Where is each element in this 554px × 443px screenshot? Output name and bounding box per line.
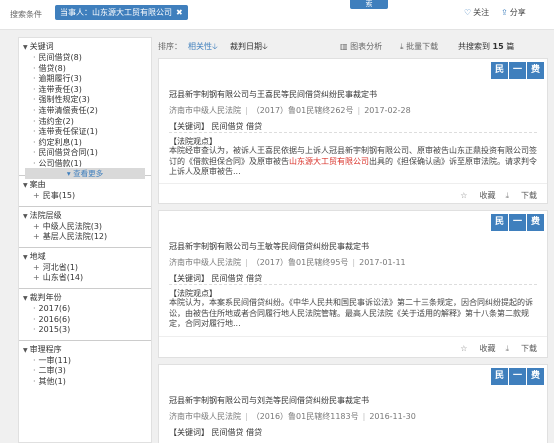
court-opinion-text: 本院经审查认为，被诉人王喜民依据与上诉人冠县新宇制钢有限公司、原审被告山东正鼎投… [169,146,537,176]
filter-item[interactable]: · 连带责任(3) [33,85,151,96]
case-keywords: 【关键词】 民间借贷 借贷 [169,274,263,283]
search-condition-label: 搜索条件 [10,10,42,19]
filter-item[interactable]: · 其他(1) [33,377,151,388]
filter-item[interactable]: · 借贷(8) [33,64,151,75]
badge-fee[interactable]: 费 [527,62,544,79]
download-icon: ⤓ [505,344,509,353]
filter-item[interactable]: + 基层人民法院(12) [33,232,151,243]
court-opinion-text: 本院认为，本案系民间借贷纠纷。《中华人民共和国民事诉讼法》第二十三条规定，因合同… [169,298,533,328]
badge-civil[interactable]: 民 [491,62,508,79]
follow-label: 关注 [473,8,490,17]
arrow-down-icon: 🡣 [262,42,268,51]
case-title-link[interactable]: 冠县新宇制钢有限公司与刘尧等民间借贷纠纷民事裁定书 [169,395,369,406]
case-meta: 济南市中级人民法院 | （2017）鲁01民辖终262号 | 2017-02-28 [169,106,411,115]
case-keywords: 【关键词】 民间借贷 借贷 [169,122,263,131]
download-icon: ⤓ [505,191,509,200]
caret-down-icon: ▼ [23,253,28,261]
download-button[interactable]: ⤓ 下载 [505,191,537,200]
close-icon[interactable]: ✖ [176,8,183,17]
share-icon: ⇪ [501,8,508,17]
caret-down-icon: ▼ [23,182,28,189]
case-keywords: 【关键词】 民间借贷 借贷 [169,428,263,437]
filter-item[interactable]: · 民间借贷合同(1) [33,148,151,159]
filter-section-region: ▼ 地域 + 河北省(1) + 山东省(14) [19,248,151,289]
arrow-down-icon: 🡣 [212,42,218,51]
chart-icon: ▥ [340,42,348,51]
caret-down-icon: ▼ [23,212,28,220]
filter-item[interactable]: · 强制性规定(3) [33,95,151,106]
batch-download-button[interactable]: ⤓ 批量下载 [400,41,438,52]
case-title-link[interactable]: 冠县新宇制钢有限公司与王喜民等民间借贷纠纷民事裁定书 [169,89,377,100]
filter-item[interactable]: + 山东省(14) [33,273,151,284]
star-icon: ☆ [460,191,468,200]
result-card: 民一费 冠县新宇制钢有限公司与王喜民等民间借贷纠纷民事裁定书 济南市中级人民法院… [158,58,548,204]
filter-section-procedure: ▼ 审理程序 · 一审(11) · 二审(3) · 其他(1) [19,341,151,392]
filter-item[interactable]: · 逾期履行(3) [33,74,151,85]
filter-item[interactable]: · 二审(3) [33,366,151,377]
section-title[interactable]: ▼ 关键词 [19,41,151,53]
download-button[interactable]: ⤓ 下载 [505,344,537,353]
badge-civil[interactable]: 民 [491,214,508,231]
filter-item[interactable]: · 连带清偿责任(2) [33,106,151,117]
badge-fee[interactable]: 费 [527,214,544,231]
follow-button[interactable]: ♡ 关注 [464,7,489,18]
section-title[interactable]: ▼ 地域 [19,251,151,263]
filter-section-court-level: ▼ 法院层级 + 中级人民法院(3) + 基层人民法院(12) [19,207,151,248]
result-count: 共搜索到 15 篇 [458,42,515,51]
filter-section-keywords: ▼ 关键词 · 民间借贷(8) · 借贷(8) · 逾期履行(3) · 连带责任(3) ·… [19,38,151,179]
filter-item[interactable]: · 违约金(2) [33,117,151,128]
caret-down-icon: ▼ [23,346,28,354]
filter-item[interactable]: + 中级人民法院(3) [33,222,151,233]
case-meta: 济南市中级人民法院 | （2016）鲁01民辖终1183号 | 2016-11-30 [169,412,416,421]
case-meta: 济南市中级人民法院 | （2017）鲁01民辖终95号 | 2017-01-11 [169,258,406,267]
badge-fee[interactable]: 费 [527,368,544,385]
caret-down-icon: ▼ [23,44,28,51]
sort-bar: 排序： 相关性🡣 裁判日期🡣 ▥ 图表分析 ⤓ 批量下载 共搜索到 15 篇 [158,37,548,55]
chart-analysis-button[interactable]: ▥ 图表分析 [340,41,382,52]
share-label: 分享 [509,8,526,17]
badge-first-instance[interactable]: 一 [509,368,526,385]
filter-item[interactable]: + 河北省(1) [33,263,151,274]
filter-item[interactable]: · 2017(6) [33,304,151,315]
search-button[interactable]: 索 [350,0,388,9]
download-icon: ⤓ [400,42,404,51]
section-title[interactable]: ▼ 法院层级 [19,210,151,222]
collect-button[interactable]: ☆ 收藏 [460,191,495,200]
share-button[interactable]: ⇪ 分享 [501,7,526,18]
badge-civil[interactable]: 民 [491,368,508,385]
result-card: 民一费 冠县新宇制钢有限公司与刘尧等民间借贷纠纷民事裁定书 济南市中级人民法院 |… [158,364,548,443]
filter-section-cause: ▼ 案由 + 民事(15) [19,176,151,207]
filter-item[interactable]: · 一审(11) [33,356,151,367]
badge-first-instance[interactable]: 一 [509,214,526,231]
filter-section-year: ▼ 裁判年份 · 2017(6) · 2016(6) · 2015(3) [19,289,151,341]
result-card: 民一费 冠县新宇制钢有限公司与王敏等民间借贷纠纷民事裁定书 济南市中级人民法院 |… [158,210,548,358]
search-condition-bar: 搜索条件 当事人：山东源大工贸有限公司 ✖ 索 ♡ 关注 ⇪ 分享 [0,0,554,30]
case-title-link[interactable]: 冠县新宇制钢有限公司与王敏等民间借贷纠纷民事裁定书 [169,241,369,252]
filter-item[interactable]: · 公司借款(1) [33,159,151,167]
heart-icon: ♡ [464,8,472,17]
sort-date-button[interactable]: 裁判日期🡣 [230,41,268,55]
filter-item[interactable]: · 民间借贷(8) [33,53,151,64]
caret-down-icon: ▼ [23,294,28,302]
filter-tag-label: 当事人：山东源大工贸有限公司 [60,8,172,17]
badge-first-instance[interactable]: 一 [509,62,526,79]
filter-item[interactable]: · 约定利息(1) [33,138,151,149]
filter-item[interactable]: + 民事(15) [33,191,151,202]
filter-item[interactable]: · 2015(3) [33,325,151,336]
filter-item[interactable]: · 连带责任保证(1) [33,127,151,138]
section-title[interactable]: ▼ 审理程序 [19,344,151,356]
section-title[interactable]: ▼ 案由 [19,179,151,191]
section-title[interactable]: ▼ 裁判年份 [19,292,151,304]
sort-relevance-button[interactable]: 相关性🡣 [188,41,218,55]
filter-item[interactable]: · 2016(6) [33,315,151,326]
sort-label: 排序： [158,42,182,51]
filter-sidebar: ▼ 关键词 · 民间借贷(8) · 借贷(8) · 逾期履行(3) · 连带责任(3) ·… [18,37,152,443]
filter-tag-party[interactable]: 当事人：山东源大工贸有限公司 ✖ [55,5,188,20]
star-icon: ☆ [460,344,468,353]
collect-button[interactable]: ☆ 收藏 [460,344,495,353]
